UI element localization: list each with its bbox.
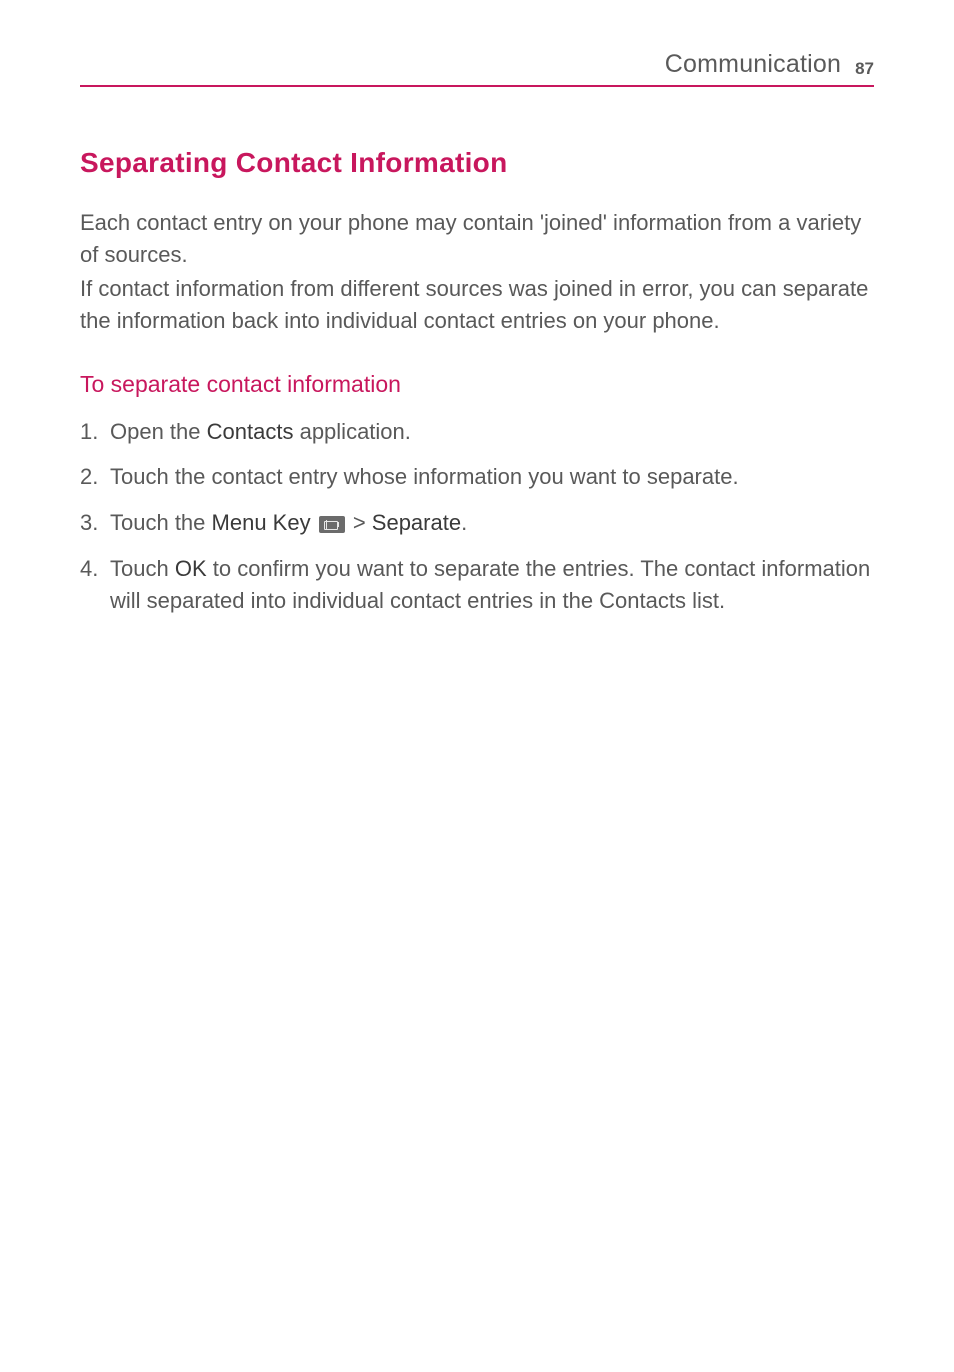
menu-key-label: Menu Key [212,510,311,535]
step-text-post: . [461,510,467,535]
section-heading: Separating Contact Information [80,147,874,179]
gt-symbol: > [347,510,372,535]
separate-label: Separate [372,510,461,535]
step-number: 2. [80,461,98,493]
step-number: 3. [80,507,98,539]
document-page: Communication 87 Separating Contact Info… [0,0,954,691]
header-title: Communication [665,50,841,79]
step-2: 2. Touch the contact entry whose informa… [80,461,874,493]
step-4: 4. Touch OK to confirm you want to separ… [80,553,874,617]
step-text-pre: Touch [110,556,175,581]
step-1: 1. Open the Contacts application. [80,416,874,448]
intro-paragraph-2: If contact information from different so… [80,273,874,337]
contacts-label: Contacts [207,419,294,444]
step-number: 4. [80,553,98,585]
step-number: 1. [80,416,98,448]
menu-key-icon [319,516,345,533]
step-text: Touch the contact entry whose informatio… [110,464,739,489]
subheading: To separate contact information [80,371,874,398]
ok-label: OK [175,556,207,581]
step-list: 1. Open the Contacts application. 2. Tou… [80,416,874,617]
page-number: 87 [855,59,874,79]
step-text-post: to confirm you want to separate the entr… [110,556,870,613]
step-3: 3. Touch the Menu Key > Separate. [80,507,874,539]
step-text-post: application. [293,419,410,444]
page-header: Communication 87 [80,50,874,87]
intro-paragraph-1: Each contact entry on your phone may con… [80,207,874,271]
step-text-pre: Open the [110,419,207,444]
step-text-pre: Touch the [110,510,212,535]
